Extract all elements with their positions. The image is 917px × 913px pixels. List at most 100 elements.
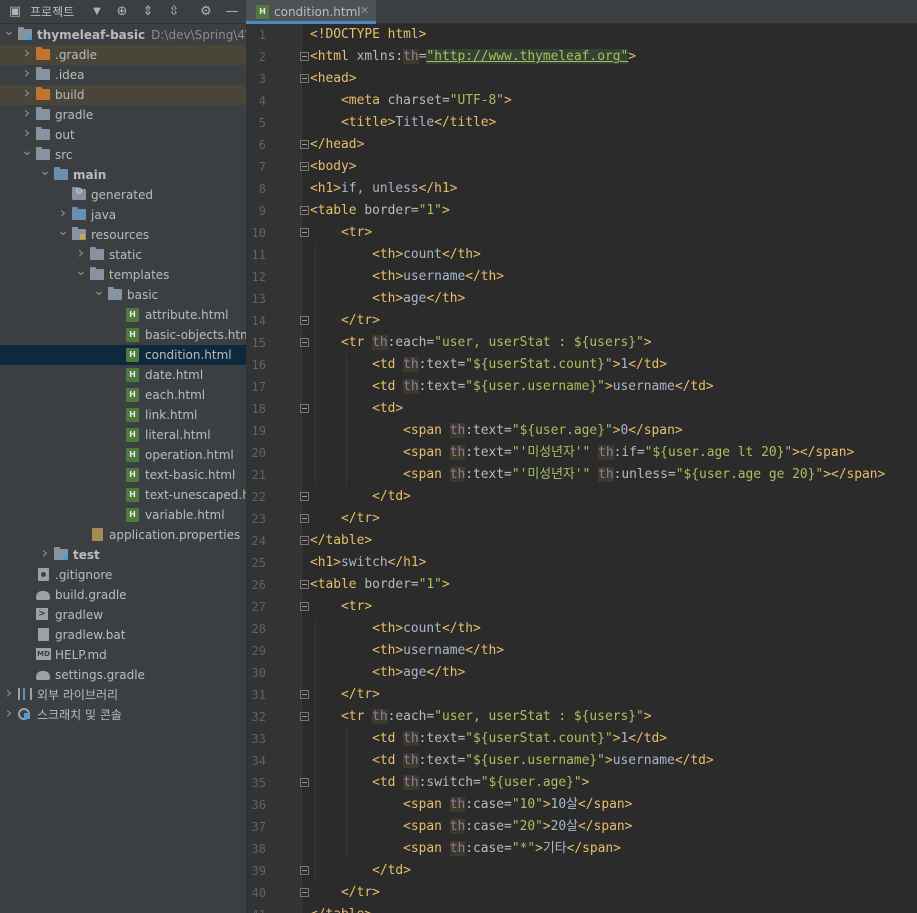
code-line[interactable]: <table border="1">	[310, 574, 450, 596]
chevron-right-icon[interactable]: ›	[20, 105, 34, 121]
code-line[interactable]: </td>	[310, 486, 411, 508]
tree-item[interactable]: › test	[0, 545, 246, 565]
code-line[interactable]: <span th:text="'미성년자'" th:unless="${user…	[310, 464, 885, 486]
fold-marker-icon[interactable]	[300, 888, 309, 897]
tree-item[interactable]: ⌄ main	[0, 163, 246, 185]
locate-file-icon[interactable]: ⊕	[114, 4, 130, 20]
project-view-title[interactable]: 프로젝트	[30, 4, 74, 20]
code-line[interactable]: </tr>	[310, 310, 380, 332]
minimize-icon[interactable]: —	[224, 4, 240, 20]
project-view-icon[interactable]: ▣	[6, 4, 24, 20]
tree-item[interactable]: generated	[0, 185, 246, 205]
tree-item[interactable]: Hdate.html	[0, 365, 246, 385]
chevron-right-icon[interactable]: ›	[20, 85, 34, 101]
chevron-down-icon[interactable]: ⌄	[74, 263, 88, 279]
code-line[interactable]: <th>count</th>	[310, 618, 481, 640]
tree-item[interactable]: › java	[0, 205, 246, 225]
tree-item[interactable]: > gradlew	[0, 605, 246, 625]
chevron-right-icon[interactable]: ›	[20, 65, 34, 81]
fold-marker-icon[interactable]	[300, 778, 309, 787]
tree-item[interactable]: ⌄ basic	[0, 283, 246, 305]
code-line[interactable]: <tr>	[310, 596, 372, 618]
tree-item[interactable]: › out	[0, 125, 246, 145]
chevron-right-icon[interactable]: ›	[2, 685, 16, 701]
fold-marker-icon[interactable]	[300, 514, 309, 523]
code-line[interactable]: </table>	[310, 530, 372, 552]
tree-item[interactable]: .gitignore	[0, 565, 246, 585]
editor-tab-active[interactable]: H condition.html ✕	[246, 0, 376, 24]
code-line[interactable]: <th>age</th>	[310, 662, 465, 684]
expand-all-icon[interactable]: ⇕	[140, 4, 156, 20]
code-line[interactable]: <th>username</th>	[310, 640, 504, 662]
tree-item[interactable]: › gradle	[0, 105, 246, 125]
code-line[interactable]: </table>	[310, 904, 372, 913]
tree-item[interactable]: ⌄ src	[0, 143, 246, 165]
tree-item[interactable]: Hbasic-objects.html	[0, 325, 246, 345]
chevron-down-icon[interactable]: ⌄	[92, 283, 106, 299]
tree-item[interactable]: Htext-basic.html	[0, 465, 246, 485]
code-line[interactable]: <td th:text="${user.username}">username<…	[310, 376, 714, 398]
chevron-right-icon[interactable]: ›	[74, 245, 88, 261]
fold-marker-icon[interactable]	[300, 866, 309, 875]
code-editor[interactable]: 1 2 3 4 5 6 7 8 9 10 11 12 13 14 15 16 17 18 19 20 21 22 23 24 2…	[246, 24, 917, 913]
tree-item[interactable]: › .gradle	[0, 45, 246, 65]
fold-marker-icon[interactable]	[300, 316, 309, 325]
tree-item[interactable]: Hcondition.html	[0, 345, 246, 365]
fold-marker-icon[interactable]	[300, 580, 309, 589]
tree-item[interactable]: Hliteral.html	[0, 425, 246, 445]
code-line[interactable]: <tr>	[310, 222, 372, 244]
code-line[interactable]: <span th:case="*">기타</span>	[310, 838, 621, 860]
code-line[interactable]: <html xmlns:th="http://www.thymeleaf.org…	[310, 46, 636, 68]
fold-marker-icon[interactable]	[300, 52, 309, 61]
code-line[interactable]: <title>Title</title>	[310, 112, 496, 134]
code-line[interactable]: <span th:text="'미성년자'" th:if="${user.age…	[310, 442, 854, 464]
chevron-down-icon[interactable]: ⌄	[38, 163, 52, 179]
fold-marker-icon[interactable]	[300, 712, 309, 721]
chevron-right-icon[interactable]: ›	[2, 705, 16, 721]
tree-item[interactable]: Hattribute.html	[0, 305, 246, 325]
chevron-down-icon[interactable]: ⌄	[2, 23, 16, 39]
code-line[interactable]: <td>	[310, 398, 403, 420]
tree-item[interactable]: Hlink.html	[0, 405, 246, 425]
code-line[interactable]: <table border="1">	[310, 200, 450, 222]
code-line[interactable]: </head>	[310, 134, 364, 156]
code-line[interactable]: <td th:text="${userStat.count}">1</td>	[310, 354, 667, 376]
code-line[interactable]: <head>	[310, 68, 357, 90]
tree-item[interactable]: Hvariable.html	[0, 505, 246, 525]
gear-icon[interactable]: ⚙	[198, 4, 214, 20]
fold-marker-icon[interactable]	[300, 140, 309, 149]
tree-item[interactable]: › 스크래치 및 콘솔	[0, 705, 246, 725]
code-line[interactable]: <td th:switch="${user.age}">	[310, 772, 589, 794]
fold-marker-icon[interactable]	[300, 206, 309, 215]
fold-marker-icon[interactable]	[300, 404, 309, 413]
tree-item[interactable]: Heach.html	[0, 385, 246, 405]
fold-marker-icon[interactable]	[300, 536, 309, 545]
chevron-down-icon[interactable]: ⌄	[20, 143, 34, 159]
close-icon[interactable]: ✕	[360, 3, 369, 19]
fold-marker-icon[interactable]	[300, 162, 309, 171]
fold-marker-icon[interactable]	[300, 338, 309, 347]
tree-item[interactable]: ⌄ templates	[0, 263, 246, 285]
chevron-right-icon[interactable]: ›	[56, 205, 70, 221]
tree-item[interactable]: MD HELP.md	[0, 645, 246, 665]
code-line[interactable]: <span th:case="10">10살</span>	[310, 794, 632, 816]
code-line[interactable]: <th>username</th>	[310, 266, 504, 288]
code-line[interactable]: <body>	[310, 156, 357, 178]
tree-item[interactable]: › static	[0, 245, 246, 265]
fold-marker-icon[interactable]	[300, 74, 309, 83]
tree-item[interactable]: ⌄ thymeleaf-basic D:\dev\Spring\4\	[0, 23, 246, 45]
code-line[interactable]: <tr th:each="user, userStat : ${users}">	[310, 332, 652, 354]
tree-item[interactable]: › .idea	[0, 65, 246, 85]
code-line[interactable]: <span th:text="${user.age}">0</span>	[310, 420, 683, 442]
code-line[interactable]: </tr>	[310, 882, 380, 904]
code-line[interactable]: <tr th:each="user, userStat : ${users}">	[310, 706, 652, 728]
tree-item[interactable]: › build	[0, 85, 246, 105]
code-line[interactable]: <h1>if, unless</h1>	[310, 178, 457, 200]
fold-marker-icon[interactable]	[300, 690, 309, 699]
code-line[interactable]: </tr>	[310, 684, 380, 706]
fold-marker-icon[interactable]	[300, 492, 309, 501]
collapse-all-icon[interactable]: ⇳	[166, 4, 182, 20]
chevron-down-icon[interactable]: ▼	[90, 4, 104, 20]
code-line[interactable]: <td th:text="${userStat.count}">1</td>	[310, 728, 667, 750]
tree-item[interactable]: Htext-unescaped.ht	[0, 485, 246, 505]
